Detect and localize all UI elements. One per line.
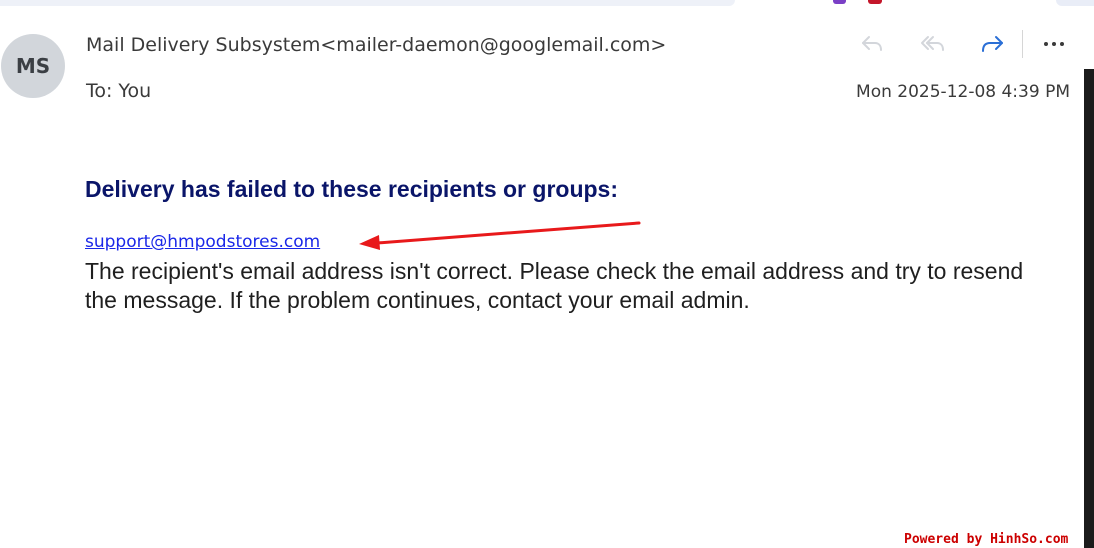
actions-divider [1022, 30, 1023, 58]
address-bar-edge [0, 0, 735, 6]
forward-button[interactable] [975, 28, 1009, 60]
to-row: To: You [86, 80, 151, 102]
reply-button[interactable] [855, 28, 889, 60]
reply-all-icon [921, 36, 944, 51]
extension-icon[interactable] [868, 0, 882, 4]
message-date: Mon 2025-12-08 4:39 PM [856, 82, 1070, 102]
reply-all-button[interactable] [915, 28, 949, 60]
watermark: Powered by HinhSo.com [904, 532, 1069, 547]
extension-icon[interactable] [833, 0, 846, 4]
more-horizontal-icon [1044, 42, 1064, 46]
to-value[interactable]: You [118, 80, 151, 102]
toolbar-edge [1056, 0, 1094, 6]
browser-top-strip [0, 0, 1094, 12]
more-actions-button[interactable] [1037, 28, 1071, 60]
reply-icon [862, 36, 882, 51]
scrollbar[interactable] [1084, 69, 1094, 548]
sender-avatar: MS [1, 34, 65, 98]
delivery-failed-heading: Delivery has failed to these recipients … [85, 176, 618, 202]
error-message: The recipient's email address isn't corr… [85, 258, 1024, 313]
annotation-arrow [359, 221, 641, 250]
sender-name[interactable]: Mail Delivery Subsystem<mailer-daemon@go… [86, 34, 666, 56]
avatar-initials: MS [15, 54, 51, 78]
failed-recipient-link[interactable]: support@hmpodstores.com [85, 232, 320, 252]
forward-icon [982, 36, 1003, 52]
to-label: To: [86, 80, 113, 102]
